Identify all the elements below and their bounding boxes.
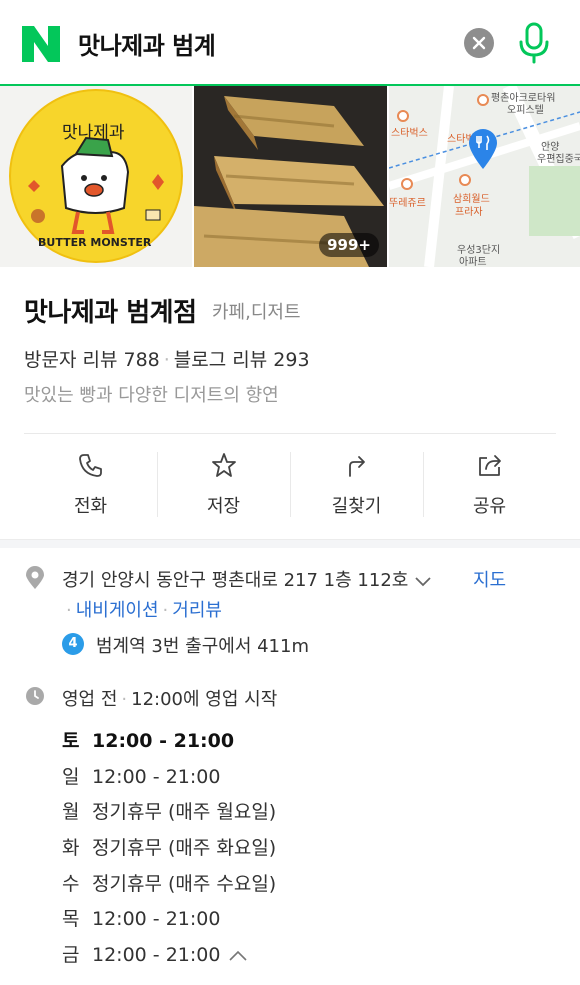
subway-directions: 범계역 3번 출구에서 411m: [96, 636, 309, 657]
section-divider: [0, 539, 580, 548]
action-bar: 전화 저장 길찾기 공유: [24, 450, 556, 525]
photo-count-badge: 999+: [319, 233, 379, 257]
hours-row: 월 정기휴무 (매주 월요일): [62, 801, 277, 823]
search-query[interactable]: 맛나제과 범계: [78, 26, 216, 61]
navigation-link[interactable]: 내비게이션: [76, 600, 159, 621]
chevron-down-icon: [415, 577, 431, 587]
blog-reviews-link[interactable]: 블로그 리뷰 293: [174, 349, 310, 371]
svg-text:BUTTER MONSTER: BUTTER MONSTER: [38, 236, 152, 249]
divider: [24, 433, 556, 434]
business-hours-status[interactable]: 영업 전 · 12:00에 영업 시작: [62, 685, 277, 711]
map-link[interactable]: 지도: [473, 566, 506, 592]
butter-monster-logo: 맛나제과 BUTTER MONSTER: [9, 89, 183, 263]
chevron-up-icon[interactable]: [228, 950, 248, 962]
hours-row: 금 12:00 - 21:00: [62, 940, 248, 966]
visitor-reviews-link[interactable]: 방문자 리뷰 788: [24, 349, 160, 371]
clock-icon: [26, 687, 44, 705]
street-view-link[interactable]: 거리뷰: [172, 600, 222, 621]
directions-button[interactable]: 길찾기: [290, 450, 423, 525]
food-photo[interactable]: 999+: [194, 86, 387, 267]
close-icon: [472, 36, 486, 50]
subway-line-badge: 4: [62, 633, 84, 655]
photo-strip: 맛나제과 BUTTER MONSTER 999+ 평촌아크로타워 오피스텔 스타…: [0, 86, 580, 267]
place-category: 카페,디저트: [212, 302, 301, 323]
navigation-links: · 내비게이션 · 거리뷰: [66, 600, 222, 621]
hours-row: 수 정기휴무 (매주 수요일): [62, 873, 277, 895]
location-pin-icon: [26, 566, 44, 589]
address-text[interactable]: 경기 안양시 동안구 평촌대로 217 1층 112호: [62, 566, 432, 592]
place-name: 맛나제과 범계점: [24, 298, 197, 328]
review-summary: 방문자 리뷰 788 · 블로그 리뷰 293: [24, 349, 310, 371]
hours-row: 화 정기휴무 (매주 화요일): [62, 837, 277, 859]
directions-icon: [349, 456, 365, 477]
naver-n-icon[interactable]: [22, 26, 60, 62]
hours-row: 일 12:00 - 21:00: [62, 766, 221, 788]
star-icon: [212, 453, 236, 477]
clear-search-button[interactable]: [464, 28, 494, 58]
save-button[interactable]: 저장: [157, 450, 290, 525]
search-bar: 맛나제과 범계: [0, 0, 580, 86]
location-map-thumbnail[interactable]: 평촌아크로타워 오피스텔 스타벅스 스타벅 안양 우편집중국 뚜레쥬르 삼희월드…: [389, 86, 580, 267]
hours-row: 토 12:00 - 21:00: [62, 730, 235, 752]
store-logo-photo[interactable]: 맛나제과 BUTTER MONSTER: [0, 86, 192, 267]
place-description: 맛있는 빵과 다양한 디저트의 향연: [24, 385, 279, 406]
call-button[interactable]: 전화: [24, 450, 157, 525]
location-pin-icon: [469, 129, 497, 169]
microphone-icon[interactable]: [516, 22, 552, 64]
map-roads: [389, 86, 580, 267]
phone-icon: [79, 454, 102, 477]
share-button[interactable]: 공유: [423, 450, 556, 525]
share-icon: [479, 455, 501, 476]
hours-row: 목 12:00 - 21:00: [62, 908, 221, 930]
